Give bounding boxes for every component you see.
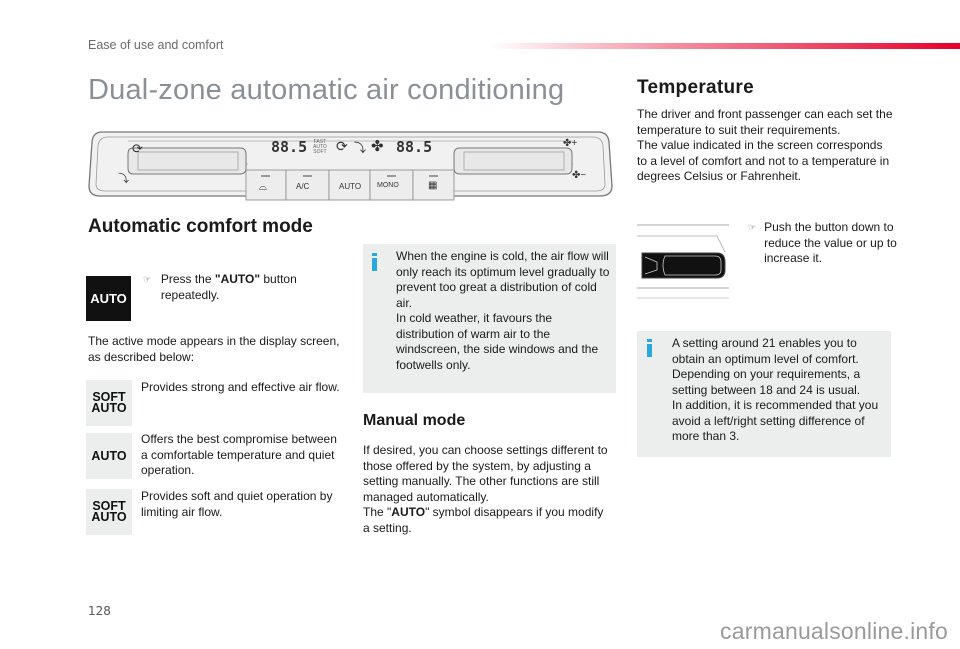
- info-setting-line-2: Depending on your requirements, a settin…: [672, 367, 861, 397]
- page-number: 128: [88, 604, 111, 618]
- header-accent-bar: [490, 43, 960, 49]
- temperature-instruction: ☞ Push the button down to reduce the val…: [748, 220, 897, 265]
- section-label: Ease of use and comfort: [88, 38, 224, 52]
- manual-mode-heading: Manual mode: [363, 412, 466, 429]
- info-icon: [372, 253, 377, 271]
- auto-intro-text: The active mode appears in the display s…: [88, 334, 340, 364]
- air-distribution-icon: ⤵: [118, 173, 129, 185]
- mode-icon-3: SOFT AUTO: [86, 489, 132, 535]
- rear-demist-icon: ▦: [428, 180, 438, 191]
- auto-instruction: ☞ Press the "AUTO" button repeatedly.: [143, 272, 297, 302]
- auto-button-icon: AUTO: [86, 276, 131, 321]
- info-icon: [647, 339, 652, 357]
- display-seat-air-icon: ⤵: [354, 141, 367, 155]
- ac-button-label: A/C: [296, 182, 310, 191]
- control-panel-illustration: ⟳ ⤵ 88.5 FAST AUTO SOFT ⟳ ⤵ ✤ 88.5 ⌓ A/C…: [88, 124, 613, 202]
- info-cold-engine-line-1: When the engine is cold, the air flow wi…: [396, 249, 610, 310]
- mode-icon-1: SOFT AUTO: [86, 380, 132, 426]
- mono-button-label: MONO: [377, 182, 399, 189]
- pointing-hand-icon: ☞: [748, 222, 757, 232]
- windscreen-demist-icon: ⌓: [259, 182, 267, 193]
- mode-description-3: Provides soft and quiet operation by lim…: [141, 489, 333, 519]
- info-setting-line-3: In addition, it is recommended that you …: [672, 398, 879, 443]
- display-mode-stack: FAST AUTO SOFT: [313, 139, 327, 155]
- display-left-temp: 88.5: [271, 138, 308, 156]
- manual-mode-text: If desired, you can choose settings diff…: [363, 443, 608, 535]
- pointing-hand-icon: ☞: [143, 274, 152, 284]
- auto-button-label: AUTO: [339, 182, 362, 191]
- display-fan-icon: ✤: [371, 138, 384, 155]
- temperature-heading: Temperature: [637, 77, 754, 98]
- info-setting-line-1: A setting around 21 enables you to obtai…: [672, 336, 859, 366]
- info-box-setting: A setting around 21 enables you to obtai…: [637, 331, 891, 457]
- fan-increase-icon: ✤+: [563, 138, 578, 149]
- mode-description-2: Offers the best compromise between a com…: [141, 432, 337, 477]
- info-cold-engine-line-2: In cold weather, it favours the distribu…: [396, 311, 599, 372]
- fan-decrease-icon: ✤−: [572, 170, 587, 181]
- automatic-mode-heading: Automatic comfort mode: [88, 216, 313, 237]
- recirculation-icon: ⟳: [132, 141, 143, 156]
- temperature-text: The driver and front passenger can each …: [637, 107, 893, 183]
- page-title: Dual-zone automatic air conditioning: [88, 74, 565, 106]
- watermark: carmanualsonline.info: [720, 618, 948, 644]
- info-box-cold-engine: When the engine is cold, the air flow wi…: [363, 244, 616, 393]
- mode-description-1: Provides strong and effective air flow.: [141, 380, 340, 394]
- display-right-temp: 88.5: [396, 138, 433, 156]
- display-recirculation-icon: ⟳: [336, 138, 348, 154]
- temperature-control-illustration: [637, 218, 729, 302]
- mode-icon-2: AUTO: [86, 433, 132, 479]
